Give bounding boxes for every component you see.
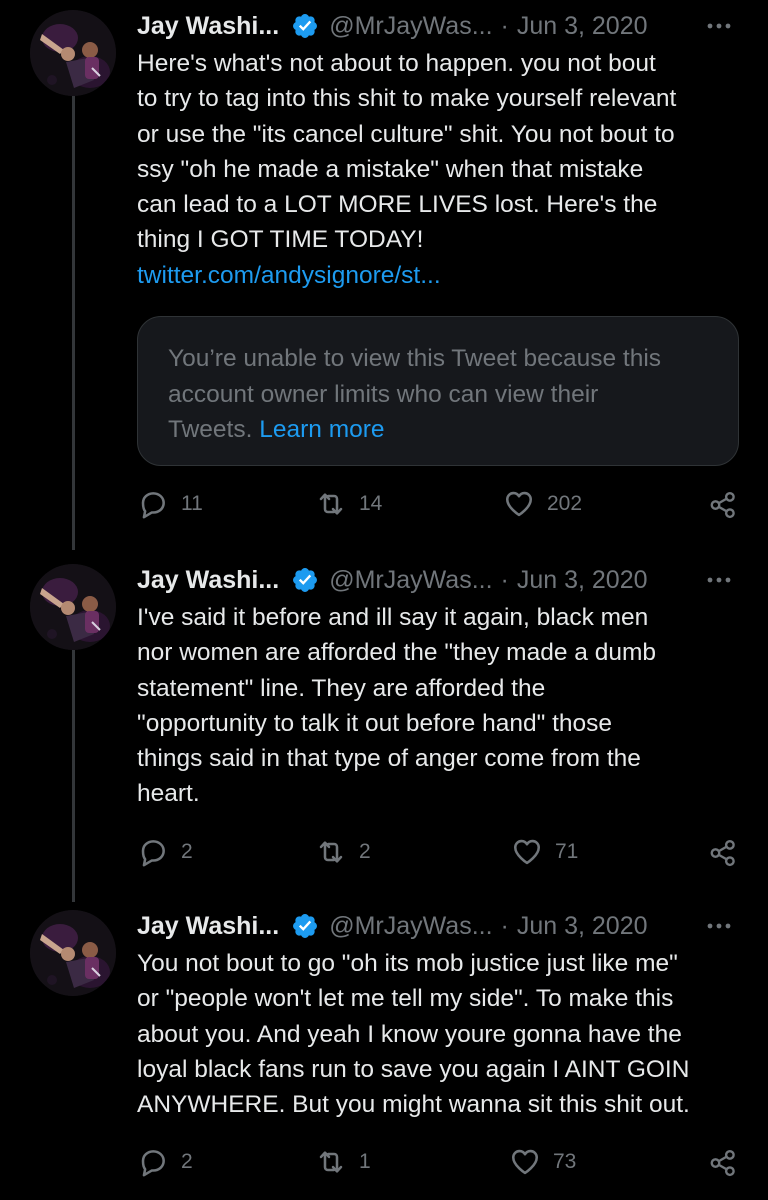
display-name[interactable]: Jay Washi... xyxy=(137,12,279,41)
display-name[interactable]: Jay Washi... xyxy=(137,912,279,941)
retweet-button[interactable]: 2 xyxy=(315,836,371,868)
heart-icon xyxy=(503,488,535,520)
display-name[interactable]: Jay Washi... xyxy=(137,566,279,595)
retweet-count: 2 xyxy=(359,840,371,863)
verified-badge-icon xyxy=(291,566,319,594)
timestamp[interactable]: Jun 3, 2020 xyxy=(517,912,648,941)
like-count: 71 xyxy=(555,840,579,863)
timestamp[interactable]: Jun 3, 2020 xyxy=(517,12,648,41)
tweet-link[interactable]: twitter.com/andysignore/st... xyxy=(137,258,738,293)
reply-count: 2 xyxy=(181,1150,193,1173)
more-icon[interactable] xyxy=(704,14,734,38)
avatar-image xyxy=(30,10,116,96)
reply-icon xyxy=(137,836,169,868)
tweet[interactable]: Jay Washi... @MrJayWas... · Jun 3, 2020 … xyxy=(0,560,768,880)
more-icon[interactable] xyxy=(704,568,734,592)
tweet-actions: 11 14 202 xyxy=(137,488,738,528)
heart-icon xyxy=(511,836,543,868)
reply-count: 2 xyxy=(181,840,193,863)
retweet-count: 14 xyxy=(359,492,383,515)
timestamp[interactable]: Jun 3, 2020 xyxy=(517,566,648,595)
handle[interactable]: @MrJayWas... xyxy=(329,12,492,41)
tweet[interactable]: Jay Washi... @MrJayWas... · Jun 3, 2020 … xyxy=(0,906,768,1200)
reply-icon xyxy=(137,1146,169,1178)
avatar-image xyxy=(30,564,116,650)
tweet-text: Here's what's not about to happen. you n… xyxy=(137,50,677,254)
more-icon[interactable] xyxy=(704,914,734,938)
handle[interactable]: @MrJayWas... xyxy=(329,566,492,595)
heart-icon xyxy=(509,1146,541,1178)
tweet-text: You not bout to go "oh its mob justice j… xyxy=(137,950,690,1119)
tweet-actions: 2 2 71 xyxy=(137,836,738,876)
tweet-header: Jay Washi... @MrJayWas... · Jun 3, 2020 xyxy=(137,906,703,946)
reply-icon xyxy=(137,488,169,520)
tweet-actions: 2 1 73 xyxy=(137,1146,738,1186)
tweet-header: Jay Washi... @MrJayWas... · Jun 3, 2020 xyxy=(137,560,703,600)
reply-button[interactable]: 2 xyxy=(137,836,193,868)
avatar[interactable] xyxy=(30,564,116,650)
avatar-image xyxy=(30,910,116,996)
reply-button[interactable]: 2 xyxy=(137,1146,193,1178)
reply-count: 11 xyxy=(181,492,203,515)
like-button[interactable]: 202 xyxy=(503,488,582,520)
tweet-text: I've said it before and ill say it again… xyxy=(137,604,656,808)
tweet[interactable]: Jay Washi... @MrJayWas... · Jun 3, 2020 … xyxy=(0,6,768,526)
retweet-icon xyxy=(315,1146,347,1178)
share-icon[interactable] xyxy=(708,490,738,520)
retweet-icon xyxy=(315,488,347,520)
avatar[interactable] xyxy=(30,910,116,996)
reply-button[interactable]: 11 xyxy=(137,488,203,520)
retweet-count: 1 xyxy=(359,1150,371,1173)
quote-unavailable-text: You’re unable to view this Tweet because… xyxy=(168,345,662,443)
verified-badge-icon xyxy=(291,12,319,40)
separator: · xyxy=(500,565,509,594)
separator: · xyxy=(500,911,509,940)
verified-badge-icon xyxy=(291,912,319,940)
like-count: 202 xyxy=(547,492,583,515)
quoted-tweet-unavailable[interactable]: You’re unable to view this Tweet because… xyxy=(137,316,739,466)
share-icon[interactable] xyxy=(708,838,738,868)
avatar[interactable] xyxy=(30,10,116,96)
retweet-button[interactable]: 1 xyxy=(315,1146,371,1178)
retweet-icon xyxy=(315,836,347,868)
like-count: 73 xyxy=(553,1150,577,1173)
handle[interactable]: @MrJayWas... xyxy=(329,912,492,941)
share-icon[interactable] xyxy=(708,1148,738,1178)
learn-more-link[interactable]: Learn more xyxy=(259,416,384,443)
tweet-header: Jay Washi... @MrJayWas... · Jun 3, 2020 xyxy=(137,6,703,46)
like-button[interactable]: 71 xyxy=(511,836,578,868)
like-button[interactable]: 73 xyxy=(509,1146,576,1178)
retweet-button[interactable]: 14 xyxy=(315,488,382,520)
separator: · xyxy=(500,11,509,40)
